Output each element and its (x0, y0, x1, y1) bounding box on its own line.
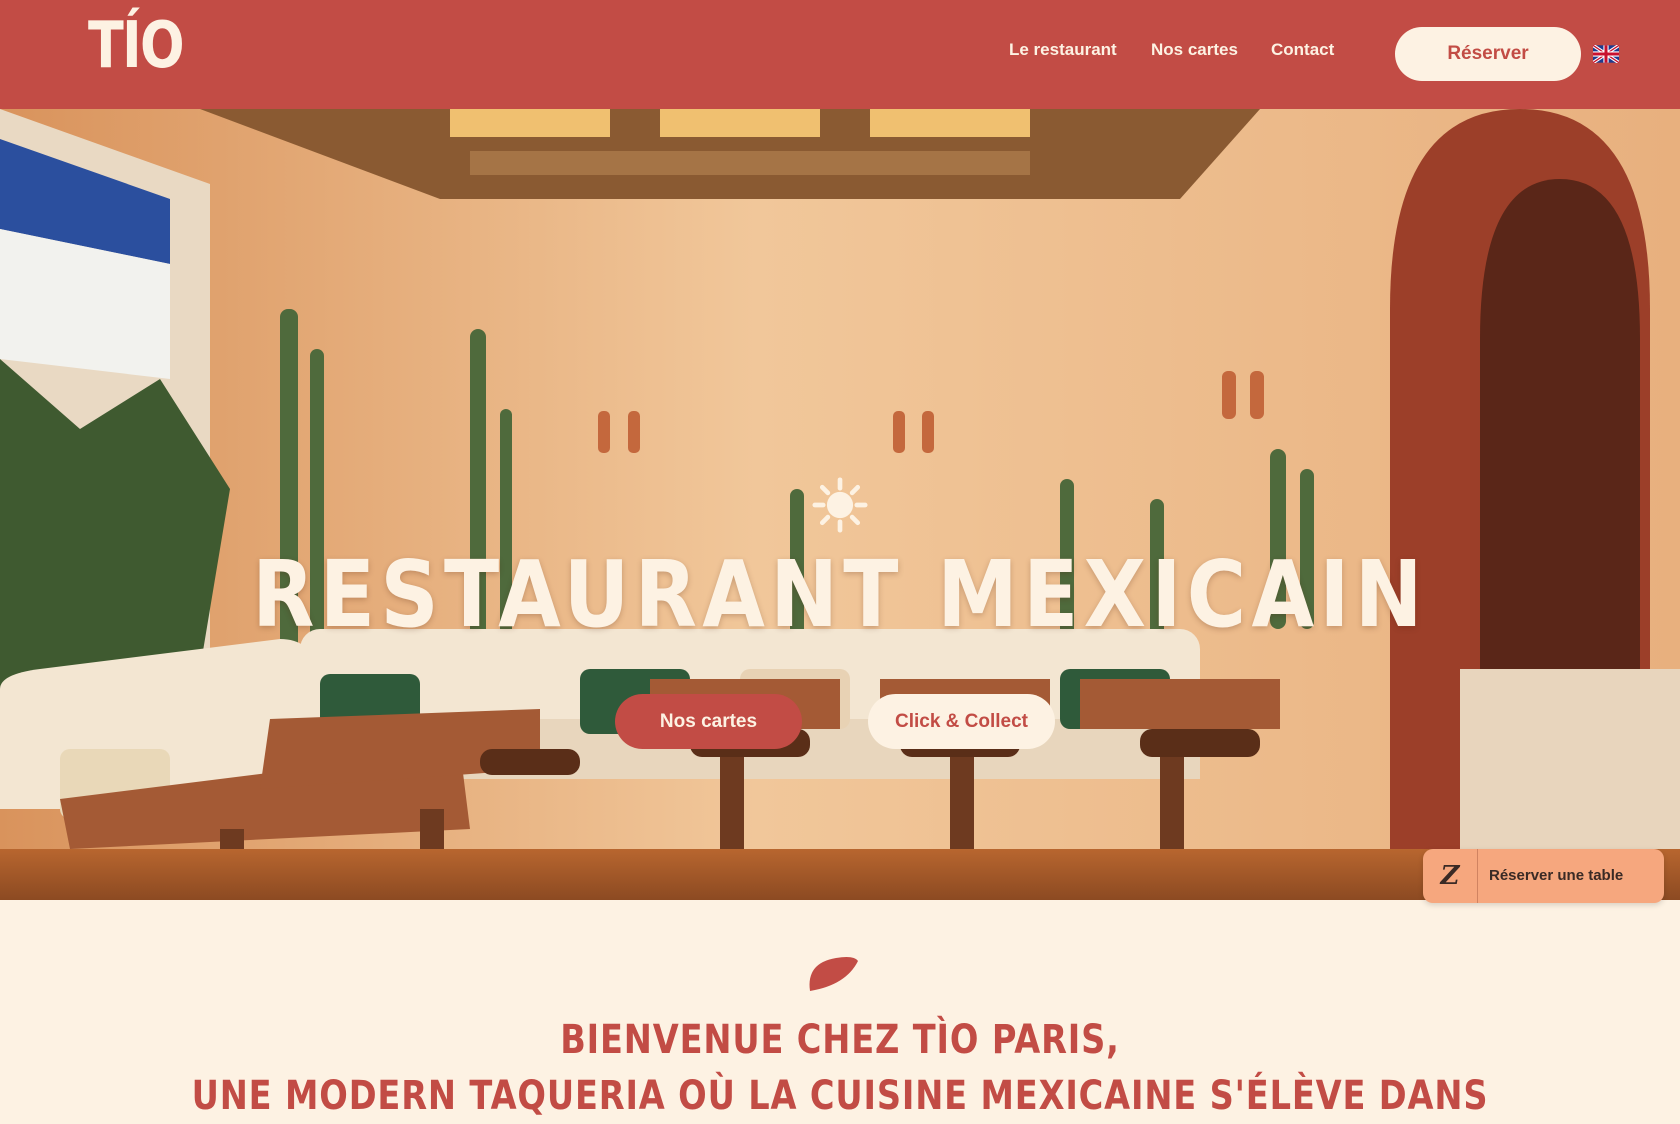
welcome-heading-line-1: BIENVENUE CHEZ TÌO PARIS, (560, 1017, 1120, 1063)
zenchef-icon: Z (1423, 849, 1478, 903)
nav-contact[interactable]: Contact (1271, 40, 1334, 60)
nos-cartes-button[interactable]: Nos cartes (615, 694, 802, 749)
site-logo[interactable]: TÍO (88, 14, 185, 78)
nav-le-restaurant[interactable]: Le restaurant (1009, 40, 1117, 60)
hero-title: RESTAURANT MEXICAIN (252, 541, 1428, 648)
click-and-collect-button[interactable]: Click & Collect (868, 694, 1055, 749)
nav-nos-cartes[interactable]: Nos cartes (1151, 40, 1238, 60)
reserve-table-widget[interactable]: Z Réserver une table (1423, 849, 1664, 903)
reserve-table-label: Réserver une table (1489, 867, 1624, 884)
site-header: TÍO Le restaurant Nos cartes Contact Rés… (0, 0, 1680, 109)
uk-flag-icon[interactable] (1593, 45, 1619, 63)
leaf-icon (809, 957, 858, 991)
reserve-button[interactable]: Réserver (1395, 27, 1581, 81)
hero-section: RESTAURANT MEXICAIN Nos cartes Click & C… (0, 109, 1680, 900)
welcome-heading-line-2: UNE MODERN TAQUERIA OÙ LA CUISINE MEXICA… (191, 1073, 1489, 1119)
sun-icon (812, 477, 868, 533)
